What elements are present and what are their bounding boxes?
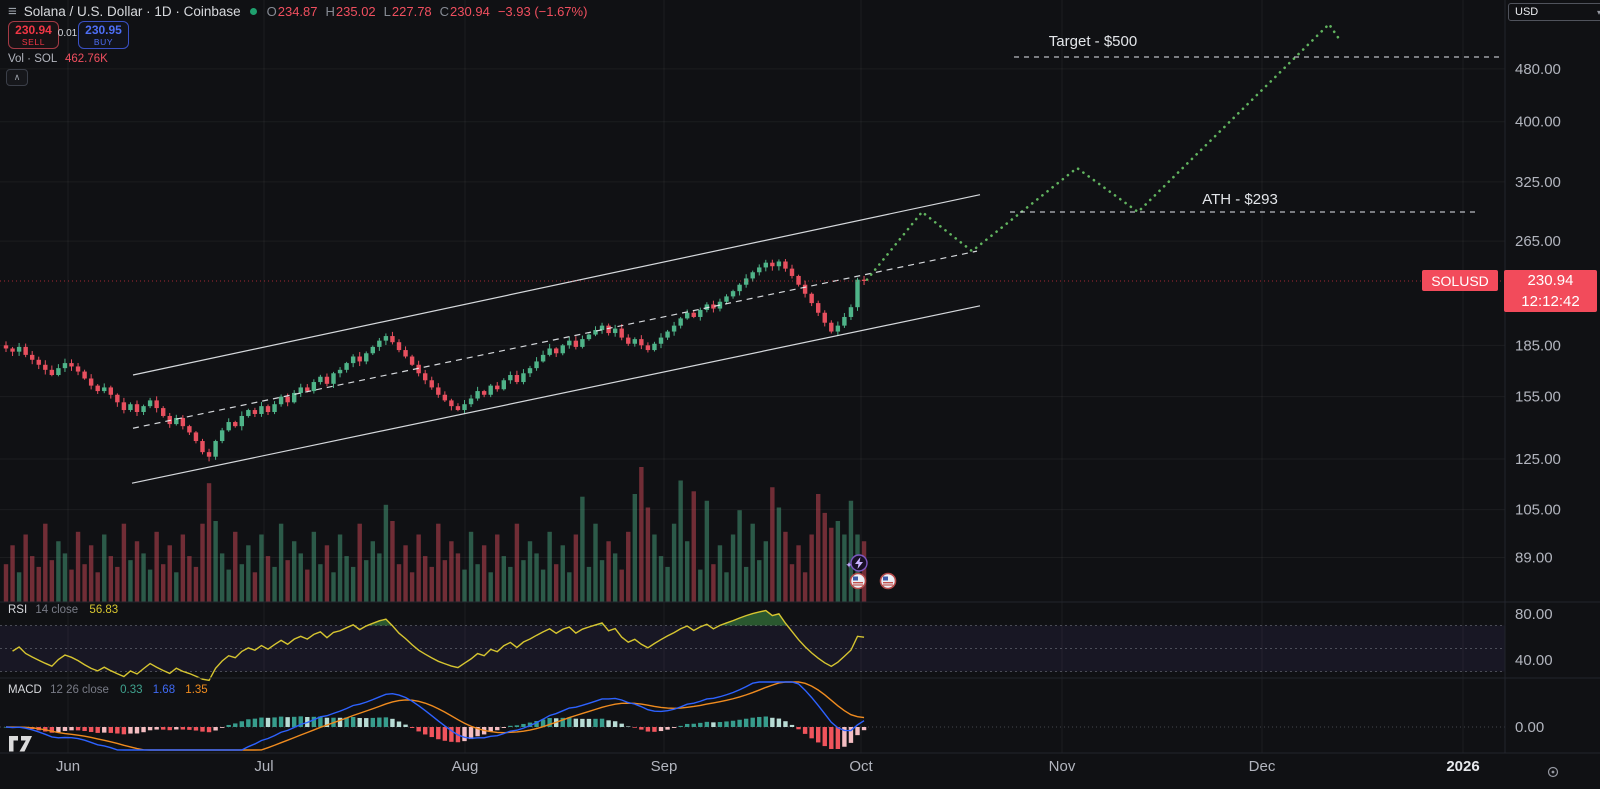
month-label: Aug	[452, 758, 479, 775]
flag-stripe	[883, 582, 893, 583]
symbol-price-tag: SOLUSD	[1422, 270, 1498, 291]
flag-stripe	[853, 582, 863, 583]
rsi-tick: 40.00	[1515, 652, 1553, 669]
sell-label: SELL	[22, 37, 45, 47]
buy-label: BUY	[94, 37, 113, 47]
price-change: −3.93 (−1.67%)	[498, 4, 588, 19]
macd-histogram	[4, 716, 866, 749]
market-status-dot	[250, 8, 257, 15]
menu-icon[interactable]: ≡	[8, 3, 17, 20]
rsi-tick: 80.00	[1515, 606, 1553, 623]
chart-canvas[interactable]: 480.00 400.00 325.00 265.00 185.00 155.00 125.…	[0, 0, 1600, 789]
buy-price: 230.95	[85, 24, 122, 37]
price-tick: 155.00	[1515, 389, 1561, 406]
month-label: Jul	[254, 758, 273, 775]
volume-bars	[4, 467, 866, 602]
flag-event-icon[interactable]	[851, 574, 866, 589]
rsi-legend[interactable]: RSI 14 close 56.83	[8, 604, 118, 616]
timezone-settings-icon[interactable]	[1549, 768, 1558, 777]
flag-event-icon[interactable]	[881, 574, 896, 589]
buy-button[interactable]: 230.95 BUY	[78, 21, 129, 49]
macd-title: MACD	[8, 684, 42, 696]
time-axis[interactable]: Jun Jul Aug Sep Oct Nov Dec 2026	[56, 758, 1480, 775]
volume-legend-value: 462.76K	[65, 53, 108, 65]
tradingview-logo[interactable]	[9, 736, 32, 752]
price-axis[interactable]: 480.00 400.00 325.00 265.00 185.00 155.00 125.…	[1515, 61, 1561, 736]
symbol-title[interactable]: Solana / U.S. Dollar · 1D · Coinbase	[24, 4, 241, 19]
month-label: Jun	[56, 758, 80, 775]
flag-canton	[883, 577, 888, 581]
trend-channel[interactable]	[132, 195, 980, 484]
sell-button[interactable]: 230.94 SELL	[8, 21, 59, 49]
price-tick: 185.00	[1515, 337, 1561, 354]
month-label: Dec	[1249, 758, 1276, 775]
price-tick: 480.00	[1515, 61, 1561, 78]
flag-canton	[853, 577, 858, 581]
price-tick: 105.00	[1515, 502, 1561, 519]
target-price-label[interactable]: Target - $500	[1003, 33, 1183, 50]
sell-price: 230.94	[15, 24, 52, 37]
chart-header: ≡ Solana / U.S. Dollar · 1D · Coinbase O…	[8, 3, 587, 19]
spread-value: 0.01	[57, 28, 78, 39]
current-price-value: 230.94	[1504, 270, 1597, 291]
macd-signal-value: 1.35	[185, 684, 207, 696]
current-price-axis-label: 230.94 12:12:42	[1504, 270, 1597, 312]
collapse-toolbar-button[interactable]: ∧	[6, 69, 28, 86]
month-label: 2026	[1446, 758, 1479, 775]
currency-selector-value: USD	[1515, 6, 1538, 18]
volume-legend[interactable]: Vol · SOL 462.76K	[8, 53, 108, 65]
price-tick: 265.00	[1515, 233, 1561, 250]
rsi-params: 14 close	[35, 604, 78, 616]
rsi-title: RSI	[8, 604, 27, 616]
price-tick: 89.00	[1515, 550, 1553, 567]
volume-legend-label: Vol · SOL	[8, 53, 57, 65]
flag-stripe	[853, 584, 863, 585]
price-tick: 125.00	[1515, 451, 1561, 468]
month-label: Oct	[849, 758, 873, 775]
currency-selector[interactable]: USD ▾	[1508, 3, 1600, 21]
macd-legend[interactable]: MACD 12 26 close 0.33 1.68 1.35	[8, 684, 208, 696]
tradingview-chart-app: 480.00 400.00 325.00 265.00 185.00 155.00 125.…	[0, 0, 1600, 789]
price-tick: 325.00	[1515, 174, 1561, 191]
macd-tick: 0.00	[1515, 719, 1544, 736]
candles	[4, 259, 866, 461]
ohlc-values: O234.87H235.02L227.78C230.94	[259, 4, 490, 19]
ath-price-label[interactable]: ATH - $293	[1150, 191, 1330, 208]
price-tick: 400.00	[1515, 114, 1561, 131]
macd-params: 12 26 close	[50, 684, 109, 696]
macd-hist-value: 0.33	[120, 684, 142, 696]
rsi-value: 56.83	[89, 604, 118, 616]
month-label: Sep	[651, 758, 678, 775]
macd-line-value: 1.68	[153, 684, 175, 696]
flag-stripe	[883, 584, 893, 585]
bar-countdown: 12:12:42	[1504, 291, 1597, 312]
month-label: Nov	[1049, 758, 1076, 775]
